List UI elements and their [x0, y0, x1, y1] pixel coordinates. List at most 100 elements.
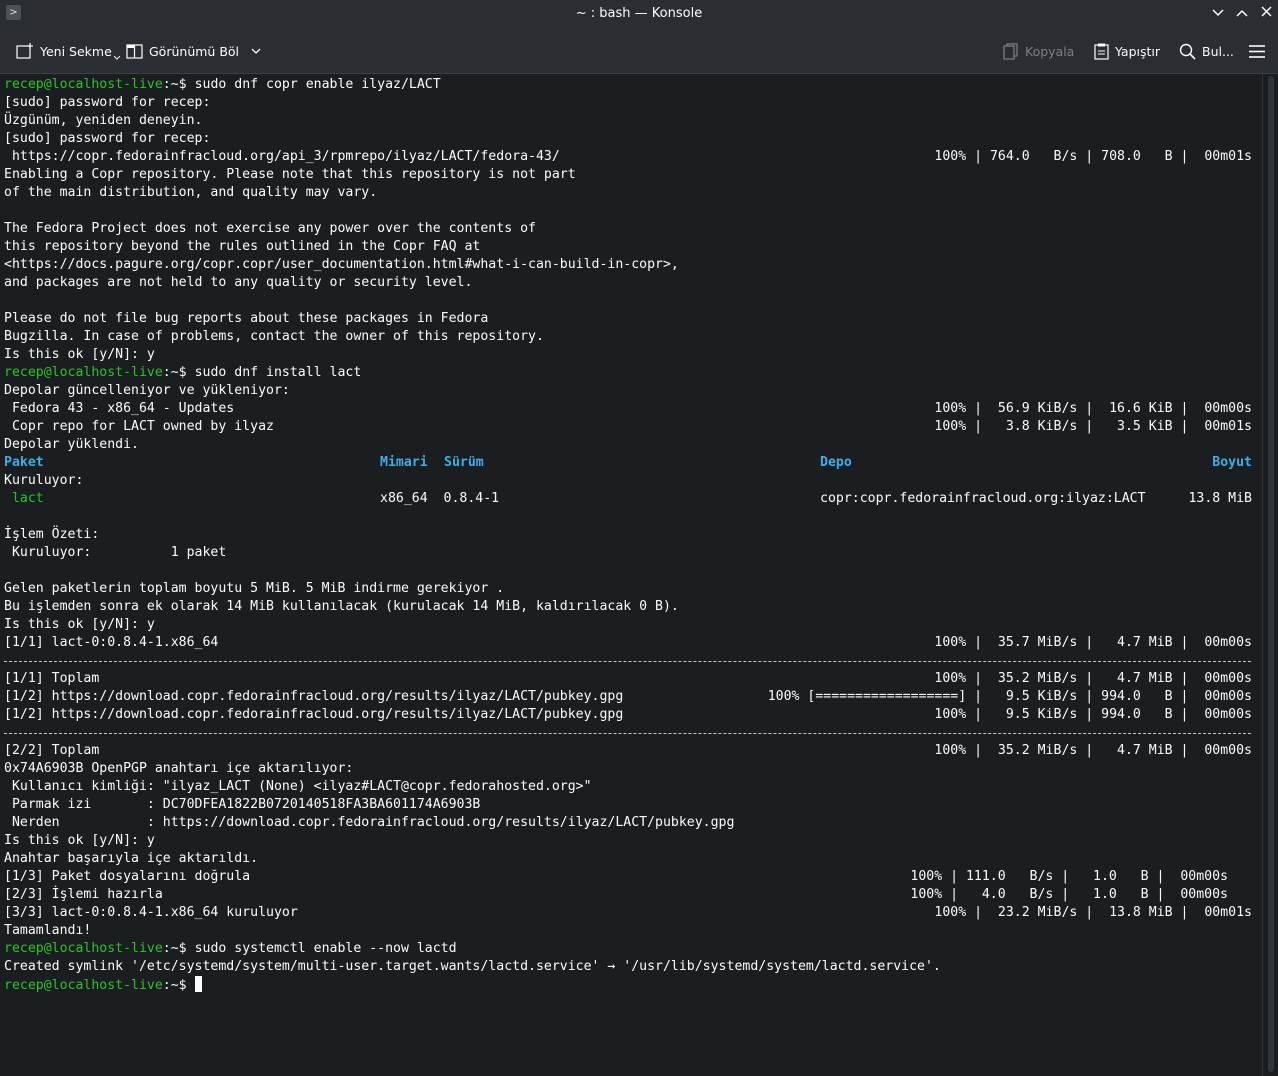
- prompt-line: recep@localhost-live:~$: [4, 976, 202, 994]
- paste-icon: [1094, 43, 1109, 60]
- output-line: Parmak izi : DC70DFEA1822B0720140518FA3B…: [4, 797, 481, 812]
- package-repo: copr:copr.fedorainfracloud.org:ilyaz:LAC…: [820, 491, 1146, 506]
- download-stats: 100% | 56.9 KiB/s | 16.6 KiB | 00m00s: [934, 401, 1252, 416]
- close-button[interactable]: [1256, 4, 1276, 24]
- output-line: Bugzilla. In case of problems, contact t…: [4, 329, 544, 344]
- chevron-up-icon: [1236, 9, 1248, 17]
- prompt-line: recep@localhost-live:~$ sudo dnf install…: [4, 364, 361, 382]
- table-header-size: Boyut: [1212, 455, 1252, 470]
- maximize-button[interactable]: [1232, 4, 1252, 24]
- output-line: Enabling a Copr repository. Please note …: [4, 167, 576, 182]
- output-line: Is this ok [y/N]: y: [4, 833, 155, 848]
- window-title: ~ : bash — Konsole: [575, 6, 703, 21]
- output-line: 0x74A6903B OpenPGP anahtarı içe aktarılı…: [4, 761, 354, 776]
- copy-label: Kopyala: [1025, 43, 1075, 59]
- prompt-separator: :~$: [162, 941, 195, 956]
- package-name: lact: [4, 491, 44, 506]
- download-stats: 100% | 9.5 KiB/s | 994.0 B | 00m00s: [934, 707, 1252, 722]
- prompt-user: recep@localhost-live: [4, 77, 163, 92]
- prompt-line: recep@localhost-live:~$ sudo systemctl e…: [4, 940, 457, 958]
- output-line: Depolar yüklendi.: [4, 437, 139, 452]
- output-line: Anahtar başarıyla içe aktarıldı.: [4, 851, 259, 866]
- prompt-line: recep@localhost-live:~$ sudo dnf copr en…: [4, 76, 441, 94]
- hamburger-menu-icon: [1249, 44, 1265, 58]
- output-line: Tamamlandı!: [4, 923, 92, 938]
- output-line: [1/1] lact-0:0.8.4-1.x86_64: [4, 635, 219, 650]
- command-text: sudo dnf copr enable ilyaz/LACT: [194, 77, 441, 92]
- split-view-icon: [126, 43, 143, 59]
- table-header-package: Paket: [4, 455, 44, 470]
- output-line: Gelen paketlerin toplam boyutu 5 MiB. 5 …: [4, 581, 505, 596]
- output-line: Is this ok [y/N]: y: [4, 347, 155, 362]
- output-line: [1/3] Paket dosyalarını doğrula: [4, 869, 251, 884]
- transaction-stats: 100% | 23.2 MiB/s | 13.8 MiB | 00m01s: [934, 905, 1252, 920]
- output-line: [1/2] https://download.copr.fedorainfrac…: [4, 707, 624, 722]
- output-line: Please do not file bug reports about the…: [4, 311, 489, 326]
- prompt-separator: :~$: [162, 978, 195, 993]
- output-line: <https://docs.pagure.org/copr.copr/user_…: [4, 257, 679, 272]
- transaction-stats: 100% | 111.0 B/s | 1.0 B | 00m00s: [910, 869, 1228, 884]
- output-line: this repository beyond the rules outline…: [4, 239, 481, 254]
- download-stats: 100% | 764.0 B/s | 708.0 B | 00m01s: [934, 149, 1252, 164]
- output-line: İşlem Özeti:: [4, 527, 100, 542]
- dropdown-arrow-icon: [113, 56, 120, 60]
- terminal-scrollbar[interactable]: [1262, 74, 1278, 1076]
- output-line: Kuruluyor: 1 paket: [4, 545, 227, 560]
- window-titlebar: > ~ : bash — Konsole: [0, 0, 1278, 29]
- prompt-separator: :~$: [162, 77, 195, 92]
- separator-line: [4, 733, 1251, 734]
- output-line: [1/2] https://download.copr.fedorainfrac…: [4, 689, 624, 704]
- prompt-user: recep@localhost-live: [4, 978, 163, 993]
- output-line: Kuruluyor:: [4, 473, 84, 488]
- output-line: Bu işlemden sonra ek olarak 14 MiB kulla…: [4, 599, 679, 614]
- output-line: Created symlink '/etc/systemd/system/mul…: [4, 959, 941, 974]
- split-view-label: Görünümü Böl: [149, 43, 240, 59]
- output-line: Fedora 43 - x86_64 - Updates: [4, 401, 235, 416]
- new-tab-icon: [16, 43, 33, 59]
- download-stats: 100% | 35.2 MiB/s | 4.7 MiB | 00m00s: [934, 671, 1252, 686]
- output-line: [sudo] password for recep:: [4, 95, 211, 110]
- scrollbar-thumb[interactable]: [1268, 76, 1274, 1072]
- search-icon: [1179, 43, 1196, 60]
- download-stats: 100% | 3.8 KiB/s | 3.5 KiB | 00m01s: [934, 419, 1252, 434]
- hamburger-menu-button[interactable]: [1249, 41, 1265, 61]
- output-line: [2/3] İşlemi hazırla: [4, 887, 163, 902]
- table-header-arch: Mimari: [380, 455, 428, 470]
- paste-button[interactable]: Yapıştır: [1094, 41, 1160, 61]
- output-line: Copr repo for LACT owned by ilyaz: [4, 419, 274, 434]
- output-line: Kullanıcı kimliği: "ilyaz_LACT (None) <i…: [4, 779, 592, 794]
- prompt-user: recep@localhost-live: [4, 365, 163, 380]
- chevron-down-icon: [1212, 9, 1224, 17]
- output-line: [3/3] lact-0:0.8.4-1.x86_64 kuruluyor: [4, 905, 298, 920]
- download-stats: 100% | 35.2 MiB/s | 4.7 MiB | 00m00s: [934, 743, 1252, 758]
- output-line: Depolar güncelleniyor ve yükleniyor:: [4, 383, 290, 398]
- output-line: [1/1] Toplam: [4, 671, 100, 686]
- chevron-down-icon: [251, 48, 261, 54]
- prompt-separator: :~$: [162, 365, 195, 380]
- command-text: sudo systemctl enable --now lactd: [194, 941, 457, 956]
- table-header-repo: Depo: [820, 455, 852, 470]
- new-tab-label: Yeni Sekme: [40, 43, 112, 59]
- find-button[interactable]: Bul...: [1179, 41, 1234, 61]
- command-text: sudo dnf install lact: [194, 365, 362, 380]
- toolbar: Yeni Sekme Görünümü Böl Kopyala Yapıştır: [0, 29, 1278, 74]
- terminal-output[interactable]: recep@localhost-live:~$ sudo dnf copr en…: [0, 74, 1262, 1076]
- new-tab-button[interactable]: Yeni Sekme: [16, 41, 120, 61]
- output-line: The Fedora Project does not exercise any…: [4, 221, 536, 236]
- output-line: [sudo] password for recep:: [4, 131, 211, 146]
- text-cursor: [194, 976, 202, 992]
- minimize-button[interactable]: [1208, 4, 1228, 24]
- copy-button[interactable]: Kopyala: [1003, 41, 1074, 61]
- output-line: Nerden : https://download.copr.fedorainf…: [4, 815, 735, 830]
- output-line: of the main distribution, and quality ma…: [4, 185, 378, 200]
- output-line: Is this ok [y/N]: y: [4, 617, 155, 632]
- table-header-version: Sürüm: [444, 455, 484, 470]
- close-icon: [1260, 6, 1272, 17]
- split-view-button[interactable]: Görünümü Böl: [126, 41, 261, 61]
- package-size: 13.8 MiB: [1188, 491, 1252, 506]
- package-arch-version: x86_64 0.8.4-1: [380, 491, 500, 506]
- copy-icon: [1003, 42, 1018, 60]
- output-line: Üzgünüm, yeniden deneyin.: [4, 113, 203, 128]
- download-stats: 100% | 35.7 MiB/s | 4.7 MiB | 00m00s: [934, 635, 1252, 650]
- download-progress: 100% [==================] | 9.5 KiB/s | …: [767, 689, 1252, 704]
